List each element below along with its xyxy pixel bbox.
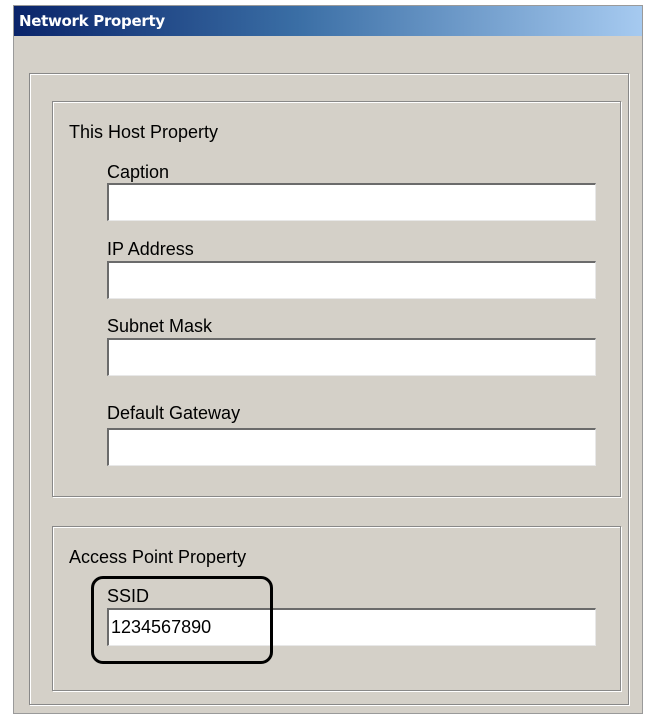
ip-address-label: IP Address [107, 239, 194, 259]
ssid-label: SSID [107, 586, 150, 606]
ip-address-input[interactable] [107, 261, 596, 299]
default-gateway-input[interactable] [107, 428, 596, 466]
default-gateway-label: Default Gateway [107, 403, 241, 423]
window-title: Network Property [19, 12, 165, 30]
subnet-mask-input[interactable] [107, 338, 596, 376]
ssid-input[interactable] [107, 608, 596, 646]
host-property-group-label: This Host Property [69, 122, 219, 142]
caption-input[interactable] [107, 183, 596, 221]
caption-label: Caption [107, 162, 170, 182]
subnet-mask-label: Subnet Mask [107, 316, 213, 336]
title-bar[interactable]: Network Property [14, 6, 642, 36]
access-point-group-label: Access Point Property [69, 547, 247, 567]
network-property-window: Network Property This Host Property Capt… [13, 5, 643, 714]
